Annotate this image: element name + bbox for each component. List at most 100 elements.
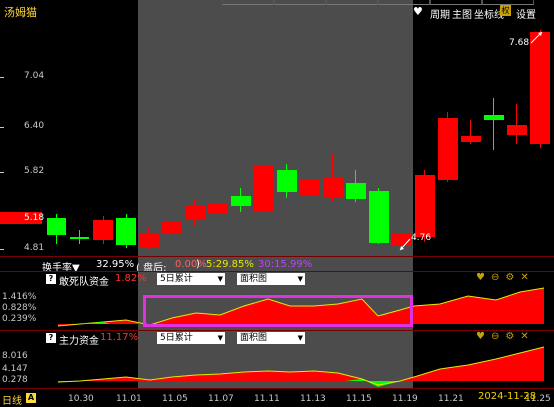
low-arrow-icon (399, 238, 411, 251)
top-tab[interactable] (274, 0, 326, 5)
after-hours-close: ) (196, 259, 200, 270)
high-price-annotation: 7.68 (509, 38, 530, 48)
candle[interactable] (70, 237, 89, 239)
current-price-tag: 5.18 (0, 212, 45, 224)
chevron-down-icon: ▼ (217, 334, 223, 342)
candle[interactable] (323, 177, 343, 197)
candle[interactable] (300, 180, 320, 196)
candle[interactable] (369, 191, 389, 243)
panel2-area-chart (57, 346, 545, 387)
candle[interactable] (208, 203, 228, 213)
chevron-down-icon: ▼ (297, 275, 303, 283)
price-axis-tick (0, 249, 4, 250)
panel2-tools: ♥ ⊖ ⚙ ✕ (470, 331, 529, 342)
top-tab[interactable] (326, 0, 378, 5)
chevron-down-icon: ▼ (297, 334, 303, 342)
low-price-annotation: 4.76 (411, 233, 432, 243)
ma5-turnover: 5:29.85% (206, 259, 254, 270)
settings-gear-icon[interactable]: ⚙ (505, 272, 514, 283)
current-date: 2024-11-28 (478, 391, 537, 402)
chevron-down-icon: ▼ (217, 275, 223, 283)
x-axis-label: 11.11 (254, 394, 280, 404)
x-axis-label: 11.19 (392, 394, 418, 404)
x-axis-label: 11.21 (438, 394, 464, 404)
panel2-negative-area (345, 379, 410, 387)
candle[interactable] (530, 32, 550, 144)
favorite-heart-icon[interactable]: ♥ (476, 272, 485, 283)
panel2-chart-type-label: 面积图 (240, 333, 268, 343)
current-price-value: 5.18 (24, 213, 45, 223)
top-tab[interactable] (430, 0, 482, 5)
x-axis-label: 10.30 (68, 394, 94, 404)
candle[interactable] (116, 218, 136, 245)
panel2-mode-select[interactable]: 5日累计 ▼ (157, 332, 225, 344)
price-axis-tick (0, 127, 4, 128)
high-arrow-icon (530, 31, 543, 44)
candle[interactable] (254, 165, 274, 211)
candle[interactable] (277, 170, 297, 192)
panel2-area (58, 347, 544, 385)
settings-gear-icon[interactable]: ⚙ (505, 331, 514, 342)
panel1-header: ? 敢死队资金 1.82% 5日累计 ▼ 面积图 ▼ ♥ ⊖ ⚙ ✕ (0, 272, 554, 288)
candle[interactable] (346, 183, 366, 199)
favorite-heart-icon[interactable]: ♥ (413, 5, 423, 18)
candle[interactable] (484, 115, 504, 120)
candle[interactable] (162, 222, 182, 234)
settings-button[interactable]: 设置 (516, 6, 536, 21)
panel1-tools: ♥ ⊖ ⚙ ✕ (470, 272, 529, 283)
price-axis-label: 6.40 (24, 121, 45, 131)
period-button[interactable]: 周期 (430, 6, 450, 21)
candle-wick (516, 104, 517, 144)
stock-name: 汤姆猫 (4, 6, 37, 19)
candle-wick (493, 98, 494, 150)
price-axis-label: 7.04 (24, 71, 45, 81)
panel2-chart-type-select[interactable]: 面积图 ▼ (237, 332, 305, 344)
panel1-chart-type-select[interactable]: 面积图 ▼ (237, 273, 305, 285)
close-icon[interactable]: ✕ (520, 272, 528, 283)
highlight-box (143, 295, 413, 327)
favorite-heart-icon[interactable]: ♥ (476, 331, 485, 342)
candle[interactable] (139, 234, 159, 248)
help-icon[interactable]: ? (46, 333, 56, 343)
candle[interactable] (93, 220, 113, 240)
candle[interactable] (438, 118, 458, 180)
x-axis: 10.30 11.01 11.05 11.07 11.11 11.13 11.1… (0, 388, 554, 405)
candle[interactable] (461, 136, 481, 142)
price-axis-tick (0, 172, 4, 173)
separator (0, 256, 554, 257)
x-axis-label: 11.01 (116, 394, 142, 404)
panel1-negative-area (58, 322, 110, 324)
x-axis-label: 11.13 (300, 394, 326, 404)
panel1-chart-type-label: 面积图 (240, 274, 268, 284)
ma30-turnover: 30:15.99% (258, 259, 313, 270)
candle[interactable] (231, 196, 251, 206)
x-axis-label: 11.05 (162, 394, 188, 404)
panel2-header: ? 主力资金 11.17% 5日累计 ▼ 面积图 ▼ ♥ ⊖ ⚙ ✕ (0, 331, 554, 347)
zoom-out-icon[interactable]: ⊖ (491, 331, 499, 342)
after-hours-value: 0.00% (175, 259, 207, 270)
price-axis-tick (0, 77, 4, 78)
price-axis-label: 5.82 (24, 166, 45, 176)
period-badge[interactable]: A (26, 393, 36, 403)
panel1-mode-label: 5日累计 (160, 274, 193, 284)
price-axis-label: 4.81 (24, 243, 45, 253)
candle[interactable] (185, 206, 205, 220)
panel1-value: 1.82% (115, 273, 147, 284)
rights-button[interactable]: 权 (500, 5, 511, 16)
candle[interactable] (47, 218, 66, 235)
help-icon[interactable]: ? (46, 274, 56, 284)
panel2-mode-label: 5日累计 (160, 333, 193, 343)
turnover-value: 32.95% (96, 259, 135, 270)
toolbar: 汤姆猫 ♥ 周期 主图 坐标线 权 设置 (0, 0, 554, 21)
period-label[interactable]: 日线 (2, 392, 22, 407)
candle[interactable] (415, 175, 435, 237)
x-axis-label: 11.07 (208, 394, 234, 404)
panel1-mode-select[interactable]: 5日累计 ▼ (157, 273, 225, 285)
panel2-value: 11.17% (100, 332, 139, 343)
x-axis-label: 11.15 (346, 394, 372, 404)
candle[interactable] (507, 125, 527, 135)
close-icon[interactable]: ✕ (520, 331, 528, 342)
top-tab[interactable] (222, 0, 274, 5)
zoom-out-icon[interactable]: ⊖ (491, 272, 499, 283)
main-chart-button[interactable]: 主图 (452, 6, 472, 21)
